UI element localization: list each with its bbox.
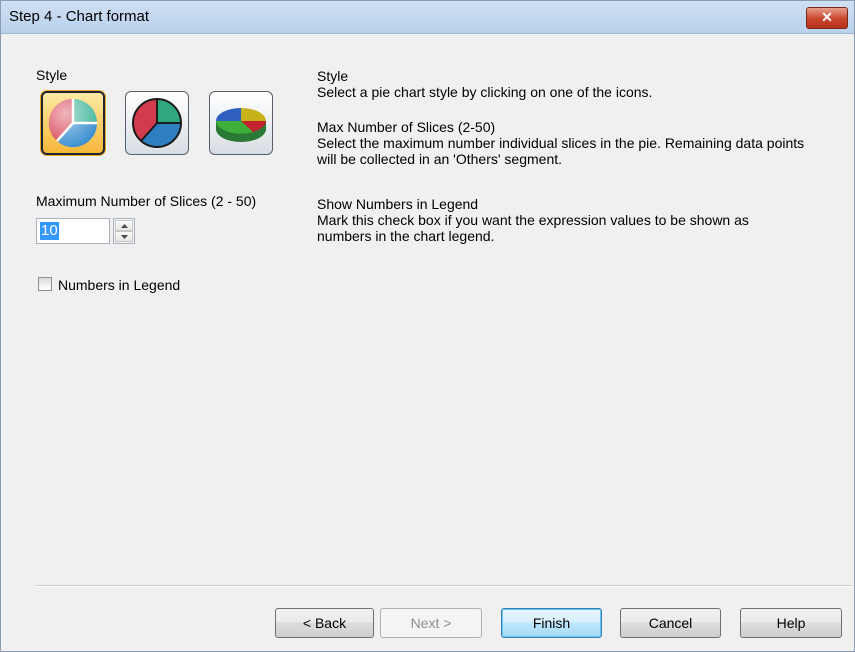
next-button[interactable]: Next >: [380, 608, 482, 638]
flat-pie-style-button[interactable]: [41, 91, 105, 155]
help-legend-title: Show Numbers in Legend: [317, 196, 479, 212]
max-slices-value: 10: [40, 222, 59, 240]
window-title: Step 4 - Chart format: [9, 8, 150, 25]
pie-chart-icon: [132, 98, 182, 148]
spin-up-icon: [120, 223, 128, 228]
numbers-in-legend-label: Numbers in Legend: [58, 277, 181, 293]
finish-button[interactable]: Finish: [501, 608, 602, 638]
spin-down-button[interactable]: [115, 231, 133, 242]
separator-line: [37, 585, 852, 587]
help-style-title: Style: [317, 68, 349, 84]
help-button[interactable]: Help: [740, 608, 842, 638]
numbers-in-legend-checkbox[interactable]: [38, 277, 52, 291]
back-button[interactable]: < Back: [275, 608, 374, 638]
help-style-body: Select a pie chart style by clicking on …: [317, 84, 653, 100]
style-label: Style: [36, 67, 68, 83]
cancel-button[interactable]: Cancel: [620, 608, 721, 638]
spin-up-button[interactable]: [115, 220, 133, 231]
max-slices-label: Maximum Number of Slices (2 - 50): [36, 193, 257, 209]
close-icon: ✕: [821, 9, 833, 25]
help-max-body-line1: Select the maximum number individual sli…: [317, 135, 805, 151]
outlined-pie-style-button[interactable]: [125, 91, 189, 155]
help-legend-body-line2: numbers in the chart legend.: [317, 228, 495, 244]
close-button[interactable]: ✕: [806, 7, 848, 29]
max-slices-input[interactable]: 10: [36, 218, 110, 244]
chart-format-dialog: Step 4 - Chart format ✕ Style Maximum Nu…: [0, 0, 855, 652]
help-max-body-line2: will be collected in an 'Others' segment…: [317, 151, 563, 167]
3d-pie-style-button[interactable]: [209, 91, 273, 155]
title-bar: Step 4 - Chart format ✕: [1, 1, 854, 34]
pie-chart-icon: [48, 98, 98, 148]
spin-down-icon: [120, 234, 128, 239]
help-legend-body-line1: Mark this check box if you want the expr…: [317, 212, 749, 228]
help-max-title: Max Number of Slices (2-50): [317, 119, 496, 135]
max-slices-spinner: [113, 218, 135, 244]
pie-chart-icon: [216, 108, 266, 142]
